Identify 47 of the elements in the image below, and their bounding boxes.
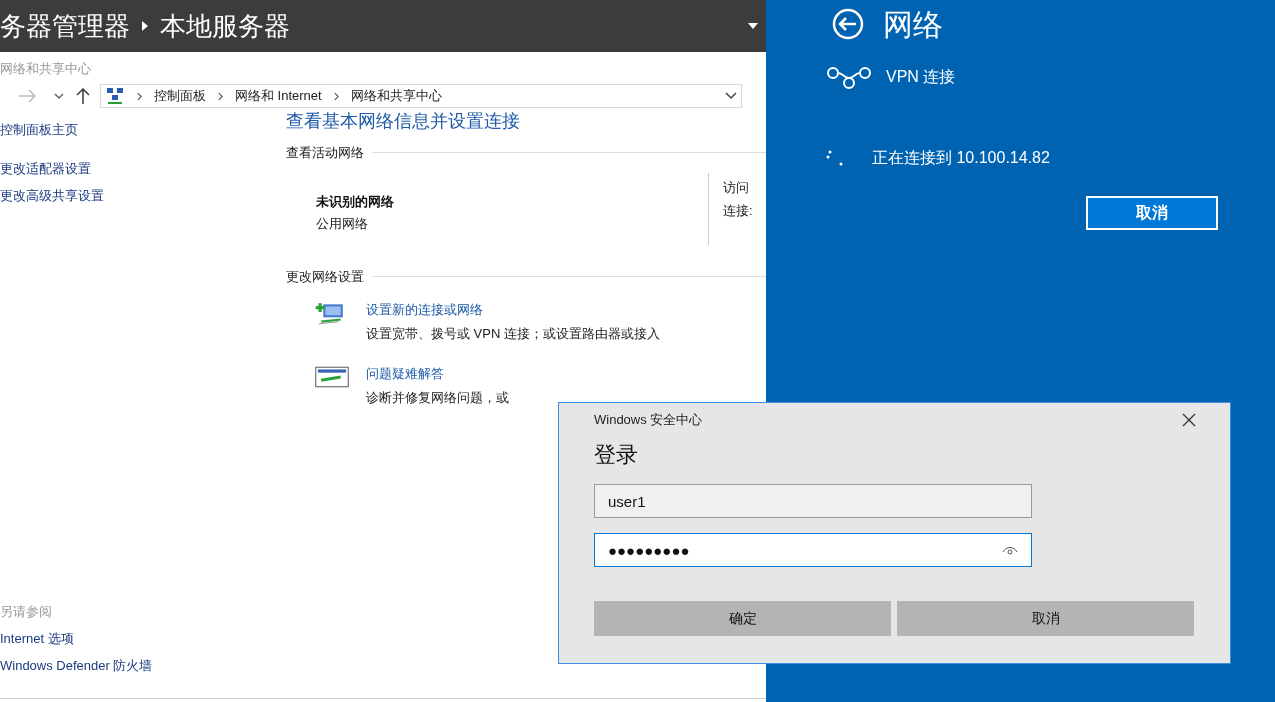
network-name: 未识别的网络 (316, 192, 395, 211)
chevron-right-icon[interactable] (218, 91, 223, 101)
window-title: 网络和共享中心 (0, 60, 92, 77)
vpn-icon (826, 64, 872, 90)
page-title: 本地服务器 (160, 9, 290, 43)
section-label: 另请参阅 (0, 603, 53, 621)
page-heading: 查看基本网络信息并设置连接 (286, 110, 521, 133)
section-label: 查看活动网络 (286, 144, 364, 162)
cancel-button[interactable]: 取消 (897, 601, 1194, 636)
section-label: 更改网络设置 (286, 267, 364, 286)
password-field[interactable]: ●●●●●●●●● (594, 533, 1032, 567)
breadcrumb-item[interactable]: 网络和 Internet (235, 86, 322, 106)
chevron-right-icon[interactable] (137, 91, 142, 101)
close-icon[interactable] (1182, 413, 1196, 427)
cancel-button[interactable]: 取消 (1086, 196, 1218, 230)
sidebar-link[interactable]: 更改高级共享设置 (0, 186, 286, 206)
breadcrumb-item[interactable]: 网络和共享中心 (350, 86, 442, 106)
settings-description: 诊断并修复网络问题，或 (366, 389, 509, 407)
vpn-label: VPN 连接 (886, 67, 956, 87)
network-type: 公用网络 (316, 214, 369, 233)
up-arrow-icon[interactable] (76, 88, 90, 104)
caret-icon (142, 21, 148, 31)
ok-button[interactable]: 确定 (594, 601, 891, 636)
panel-title: 网络 (883, 6, 943, 43)
sidebar-link[interactable]: 更改适配器设置 (0, 159, 286, 179)
sidebar-link[interactable]: Internet 选项 (0, 629, 286, 649)
settings-link[interactable]: 设置新的连接或网络 (366, 300, 660, 320)
detail-label: 访问 (723, 178, 750, 197)
sidebar-link[interactable]: Windows Defender 防火墙 (0, 656, 286, 676)
chevron-down-icon[interactable] (54, 93, 64, 99)
network-icon (105, 87, 125, 105)
sidebar-link[interactable]: 控制面板主页 (0, 120, 286, 140)
settings-description: 设置宽带、拨号或 VPN 连接；或设置路由器或接入 (366, 325, 660, 343)
status-text: 正在连接到 10.100.14.82 (872, 148, 1050, 168)
dropdown-icon[interactable] (748, 23, 758, 29)
dialog-title: 登录 (594, 441, 639, 469)
username-field[interactable]: user1 (594, 484, 1032, 518)
breadcrumb-item[interactable]: 控制面板 (154, 86, 206, 106)
eye-icon[interactable] (1002, 545, 1018, 555)
chevron-down-icon[interactable] (725, 92, 737, 100)
address-bar[interactable]: 控制面板 网络和 Internet 网络和共享中心 (100, 84, 742, 108)
chevron-right-icon[interactable] (333, 91, 339, 101)
dialog-app-name: Windows 安全中心 (594, 411, 703, 430)
troubleshoot-icon (314, 364, 350, 390)
app-title: 务器管理器 (0, 9, 130, 43)
detail-label: 连接: (723, 201, 753, 220)
settings-link[interactable]: 问题疑难解答 (366, 364, 509, 384)
